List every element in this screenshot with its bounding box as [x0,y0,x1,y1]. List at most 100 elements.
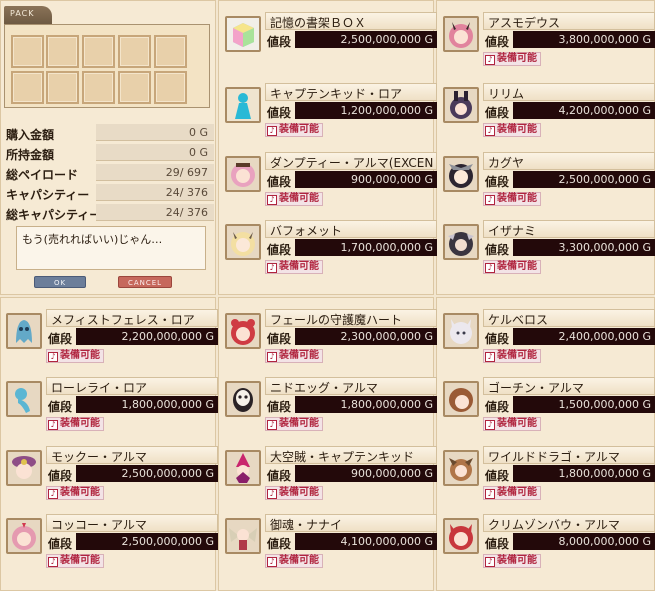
item-card[interactable]: リリム 値段 4,200,000,000 G ♪ 装備可能 [443,83,655,147]
price-value: 4,100,000,000 G [295,533,437,550]
pack-slot[interactable] [154,71,187,104]
item-name: ワイルドドラゴ・アルマ [483,446,655,464]
purple-hat-girl-icon[interactable] [6,450,42,486]
item-card[interactable]: アスモデウス 値段 3,800,000,000 G ♪ 装備可能 [443,12,655,76]
equippable-label: 装備可能 [497,418,537,429]
rainbow-box-icon[interactable] [225,16,261,52]
blue-mermaid-icon[interactable] [6,381,42,417]
equippable-badge: ♪ 装備可能 [483,486,541,500]
stat-purchase-amount: 購入金額 0 G [4,124,214,143]
item-card[interactable]: バフォメット 値段 1,700,000,000 G ♪ 装備可能 [225,220,437,284]
item-card[interactable]: クリムゾンバウ・アルマ 値段 8,000,000,000 G ♪ 装備可能 [443,514,655,578]
equippable-label: 装備可能 [497,53,537,64]
red-hair-girl-icon[interactable] [225,313,261,349]
pack-slot[interactable] [46,35,79,68]
item-card[interactable]: 御魂・ナナイ 値段 4,100,000,000 G ♪ 装備可能 [225,514,437,578]
black-hair-girl-icon[interactable] [443,156,479,192]
item-card[interactable]: イザナミ 値段 3,300,000,000 G ♪ 装備可能 [443,220,655,284]
pack-slot[interactable] [118,71,151,104]
music-note-icon: ♪ [267,126,277,136]
item-card[interactable]: モックー・アルマ 値段 2,500,000,000 G ♪ 装備可能 [6,446,218,510]
equippable-label: 装備可能 [60,350,100,361]
music-note-icon: ♪ [48,557,58,567]
item-card[interactable]: ローレライ・ロア 値段 1,800,000,000 G ♪ 装備可能 [6,377,218,441]
stat-label: キャパシティー [6,188,90,202]
cyan-silhouette-icon[interactable] [225,87,261,123]
stat-label: 総ペイロード [6,168,79,182]
music-note-icon: ♪ [267,489,277,499]
message-box: もう(売れればいい)じゃん… [16,226,206,270]
equippable-badge: ♪ 装備可能 [265,349,323,363]
price-label: 値段 [485,175,510,189]
item-card[interactable]: フェールの守護魔ハート 値段 2,300,000,000 G ♪ 装備可能 [225,309,437,373]
cancel-button[interactable]: CANCEL [118,276,172,288]
pack-slot[interactable] [118,35,151,68]
item-card[interactable]: ワイルドドラゴ・アルマ 値段 1,800,000,000 G ♪ 装備可能 [443,446,655,510]
music-note-icon: ♪ [267,263,277,273]
equippable-badge: ♪ 装備可能 [483,192,541,206]
item-card[interactable]: コッコー・アルマ 値段 2,500,000,000 G ♪ 装備可能 [6,514,218,578]
white-wolf-girl-icon[interactable] [443,313,479,349]
item-name: アスモデウス [483,12,655,30]
music-note-icon: ♪ [48,352,58,362]
equippable-badge: ♪ 装備可能 [265,260,323,274]
egg-mask-icon[interactable] [225,381,261,417]
price-value: 2,500,000,000 G [295,31,437,48]
item-card[interactable]: ケルベロス 値段 2,400,000,000 G ♪ 装備可能 [443,309,655,373]
price-value: 3,300,000,000 G [513,239,655,256]
winged-girl-icon[interactable] [225,518,261,554]
pink-hair-girl-icon[interactable] [225,156,261,192]
stat-value: 24/ 376 [96,204,214,221]
pack-tab[interactable]: PACK [4,6,52,24]
price-label: 値段 [48,400,73,414]
blonde-horned-girl-icon[interactable] [225,224,261,260]
pink-chicken-girl-icon[interactable] [6,518,42,554]
pink-demon-girl-icon[interactable] [443,16,479,52]
equippable-label: 装備可能 [497,124,537,135]
pack-slot[interactable] [11,35,44,68]
price-label: 値段 [485,243,510,257]
item-name: ダンプティー・アルマ(EXCEN [265,152,437,170]
price-label: 値段 [267,175,292,189]
pack-slot[interactable] [82,35,115,68]
item-card[interactable]: カグヤ 値段 2,500,000,000 G ♪ 装備可能 [443,152,655,216]
equippable-label: 装備可能 [60,487,100,498]
blue-ghost-icon[interactable] [6,313,42,349]
item-name: イザナミ [483,220,655,238]
dark-horned-girl-icon[interactable] [443,224,479,260]
music-note-icon: ♪ [267,420,277,430]
item-card[interactable]: 記憶の書架ＢＯＸ 値段 2,500,000,000 G [225,12,437,76]
pack-slot[interactable] [11,71,44,104]
price-label: 値段 [485,537,510,551]
price-value: 2,200,000,000 G [76,328,218,345]
brown-hair-boy-icon[interactable] [443,381,479,417]
pack-slot[interactable] [154,35,187,68]
dark-bunny-girl-icon[interactable] [443,87,479,123]
red-witch-icon[interactable] [225,450,261,486]
item-card[interactable]: キャプテンキッド・ロア 値段 1,200,000,000 G ♪ 装備可能 [225,83,437,147]
equippable-badge: ♪ 装備可能 [265,417,323,431]
stat-total-payload: 総ペイロード 29/ 697 [4,164,214,183]
equippable-label: 装備可能 [279,418,319,429]
ok-button[interactable]: OK [34,276,86,288]
price-value: 1,700,000,000 G [295,239,437,256]
item-name: クリムゾンバウ・アルマ [483,514,655,532]
equippable-badge: ♪ 装備可能 [265,192,323,206]
item-card[interactable]: ニドエッグ・アルマ 値段 1,800,000,000 G ♪ 装備可能 [225,377,437,441]
stat-label: 購入金額 [6,128,55,142]
music-note-icon: ♪ [485,420,495,430]
item-card[interactable]: ゴーチン・アルマ 値段 1,500,000,000 G ♪ 装備可能 [443,377,655,441]
stat-label: 所持金額 [6,148,55,162]
item-card[interactable]: 大空賊・キャプテンキッド 値段 900,000,000 G ♪ 装備可能 [225,446,437,510]
music-note-icon: ♪ [485,557,495,567]
brown-dragon-girl-icon[interactable] [443,450,479,486]
pack-slot[interactable] [46,71,79,104]
price-label: 値段 [485,106,510,120]
equippable-badge: ♪ 装備可能 [46,486,104,500]
pack-slot[interactable] [82,71,115,104]
item-name: 記憶の書架ＢＯＸ [265,12,437,30]
crimson-dog-girl-icon[interactable] [443,518,479,554]
equippable-badge: ♪ 装備可能 [265,123,323,137]
item-card[interactable]: ダンプティー・アルマ(EXCEN 値段 900,000,000 G ♪ 装備可能 [225,152,437,216]
item-card[interactable]: メフィストフェレス・ロア 値段 2,200,000,000 G ♪ 装備可能 [6,309,218,373]
